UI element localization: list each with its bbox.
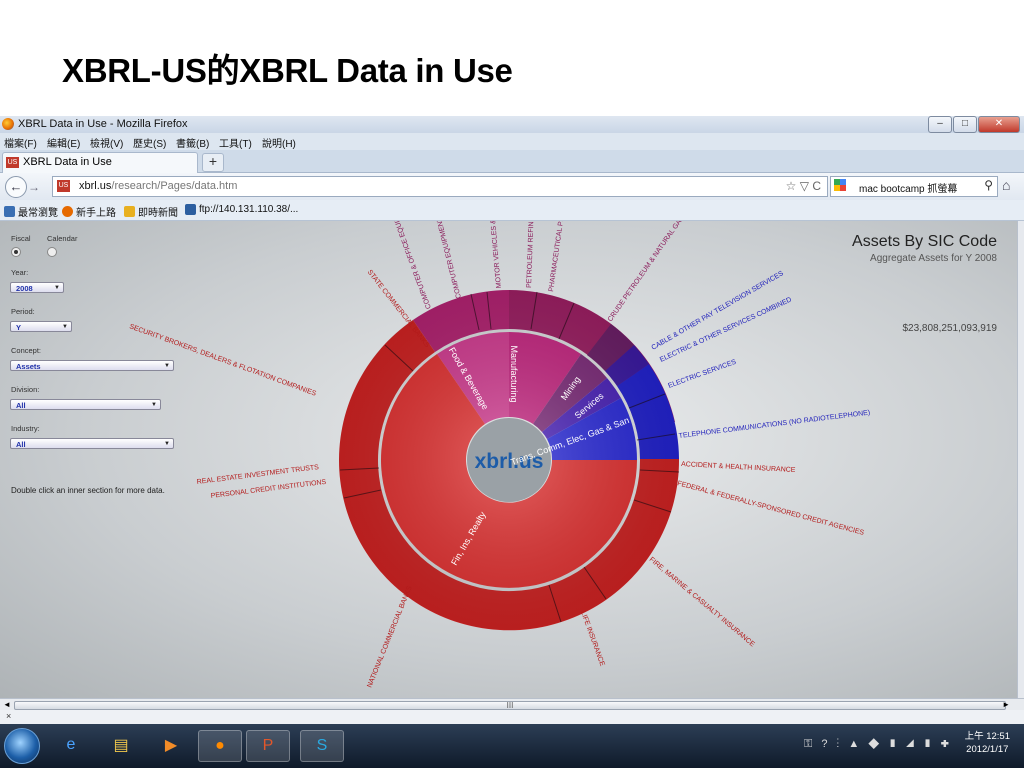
home-button[interactable]: ⌂ [1002,177,1010,193]
bookmark-icon [4,206,15,217]
scroll-thumb[interactable]: III [14,701,1006,710]
outer-label-crude-petroleum[interactable]: CRUDE PETROLEUM & NATURAL GAS [607,221,686,323]
windows-taskbar: e ▤ ▶ ● P S ⚿ ? ⋮ ▲ ◆ ▮ ◢ ▮ ✚ 上午 12:51 2… [0,724,1024,768]
clock-time: 上午 12:51 [964,731,1010,742]
outer-label-telephone[interactable]: TELEPHONE COMMUNICATIONS (NO RADIOTELEPH… [678,410,870,440]
google-icon [834,179,846,191]
close-button[interactable]: ✕ [978,116,1020,133]
bookmark-label: ftp://140.131.110.38/... [199,204,299,215]
firefox-icon [2,118,14,130]
clock-date: 2012/1/17 [966,744,1009,755]
url-controls[interactable]: ☆ ▽ C [786,179,821,193]
navigation-bar: ← → US xbrl.us/research/Pages/data.htm ☆… [0,173,1024,200]
taskbar-skype-icon[interactable]: S [300,730,344,762]
url-bar[interactable]: US xbrl.us/research/Pages/data.htm ☆ ▽ C [52,176,828,197]
url-host: xbrl.us [79,180,112,192]
firefox-icon [62,206,73,217]
back-button[interactable]: ← [5,176,27,198]
rss-icon [124,206,135,217]
url-path: /research/Pages/data.htm [111,180,238,192]
find-bar: × [0,710,1024,724]
bookmark-news[interactable]: 即時新聞 [124,204,178,219]
scroll-left-button[interactable]: ◄ [3,700,11,709]
tab-bar: US XBRL Data in Use + [0,150,1024,173]
bookmark-ftp[interactable]: ftp://140.131.110.38/... [185,204,298,215]
outer-label-electric[interactable]: ELECTRIC SERVICES [667,359,737,390]
system-tray-icons[interactable]: ⚿ ? ⋮ ▲ ◆ ▮ ◢ ▮ ✚ [804,738,952,751]
outer-label-computer-equip[interactable]: COMPUTER EQUIPMENT [436,221,463,299]
menu-bar: 檔案(F) 編輯(E) 檢視(V) 歷史(S) 書籤(B) 工具(T) 說明(H… [0,133,1024,150]
tab-label: XBRL Data in Use [23,156,112,168]
search-input[interactable]: mac bootcamp 抓螢幕 [859,180,957,195]
scroll-right-button[interactable]: ► [1002,700,1010,709]
outer-label-motor-vehicles[interactable]: MOTOR VEHICLES & PASSENGER CAR BODIES [482,221,503,288]
page-content: Fiscal Calendar Year: 2008 Period: Y Con… [0,221,1017,698]
menu-item-history[interactable]: 歷史(S) [133,135,166,150]
outer-label-accident-health[interactable]: ACCIDENT & HEALTH INSURANCE [681,461,796,474]
bookmark-label: 最常瀏覽 [18,208,58,219]
vertical-scrollbar[interactable] [1017,221,1024,698]
outer-label-national-banks[interactable]: NATIONAL COMMERCIAL BANKS [366,585,413,689]
taskbar-media-icon[interactable]: ▶ [150,730,192,760]
start-button[interactable] [4,728,40,764]
window-title: XBRL Data in Use - Mozilla Firefox [18,118,188,130]
outer-label-fire-marine[interactable]: FIRE, MARINE & CASUALTY INSURANCE [648,556,756,648]
outer-label-federal-credit[interactable]: FEDERAL & FEDERALLY-SPONSORED CREDIT AGE… [676,480,864,537]
bookmark-getting-started[interactable]: 新手上路 [62,204,116,219]
window-titlebar: XBRL Data in Use - Mozilla Firefox – □ ✕ [0,116,1024,133]
bookmark-label: 新手上路 [76,208,116,219]
inner-label-manufacturing: Manufacturing [509,345,519,402]
computer-icon [185,204,196,215]
search-go-button[interactable]: ⚲ [984,178,993,192]
taskbar-clock[interactable]: 上午 12:51 2012/1/17 [965,730,1010,756]
maximize-button[interactable]: □ [953,116,977,133]
tab-xbrl-data[interactable]: US XBRL Data in Use [2,152,198,173]
taskbar-ie-icon[interactable]: e [50,730,92,760]
menu-item-bookmarks[interactable]: 書籤(B) [176,135,209,150]
bookmark-most-visited[interactable]: 最常瀏覽 [4,204,58,219]
bookmark-label: 即時新聞 [138,208,178,219]
minimize-button[interactable]: – [928,116,952,133]
menu-item-tools[interactable]: 工具(T) [219,135,252,150]
menu-item-file[interactable]: 檔案(F) [4,135,37,150]
sunburst-chart: xbrl.us Manufacturing Food & Beverage Mi… [128,221,870,689]
taskbar-firefox-icon[interactable]: ● [198,730,242,762]
xbrl-favicon-icon: US [57,180,70,192]
new-tab-button[interactable]: + [202,153,224,172]
taskbar-explorer-icon[interactable]: ▤ [100,730,142,760]
outer-label-life-insurance[interactable]: LIFE INSURANCE [579,610,606,667]
slide-title: XBRL-US的XBRL Data in Use [62,52,513,89]
browser-screenshot: XBRL Data in Use - Mozilla Firefox – □ ✕… [0,116,1024,768]
url-text: xbrl.us/research/Pages/data.htm [79,180,237,192]
outer-label-security-brokers[interactable]: SECURITY BROKERS, DEALERS & FLOTATION CO… [128,323,317,397]
taskbar-powerpoint-icon[interactable]: P [246,730,290,762]
outer-label-pharmaceutical[interactable]: PHARMACEUTICAL PREPARATIONS [548,221,572,292]
findbar-close-button[interactable]: × [6,711,11,721]
outer-label-petroleum-refining[interactable]: PETROLEUM REFINING [526,221,536,288]
xbrl-favicon-icon: US [6,157,19,168]
menu-item-help[interactable]: 說明(H) [262,135,296,150]
forward-button[interactable]: → [28,180,40,194]
search-bar[interactable]: mac bootcamp 抓螢幕 ⚲ [830,176,998,197]
bookmarks-bar: 最常瀏覽 新手上路 即時新聞 ftp://140.131.110.38/... [0,200,1024,221]
menu-item-edit[interactable]: 編輯(E) [47,135,80,150]
menu-item-view[interactable]: 檢視(V) [90,135,123,150]
